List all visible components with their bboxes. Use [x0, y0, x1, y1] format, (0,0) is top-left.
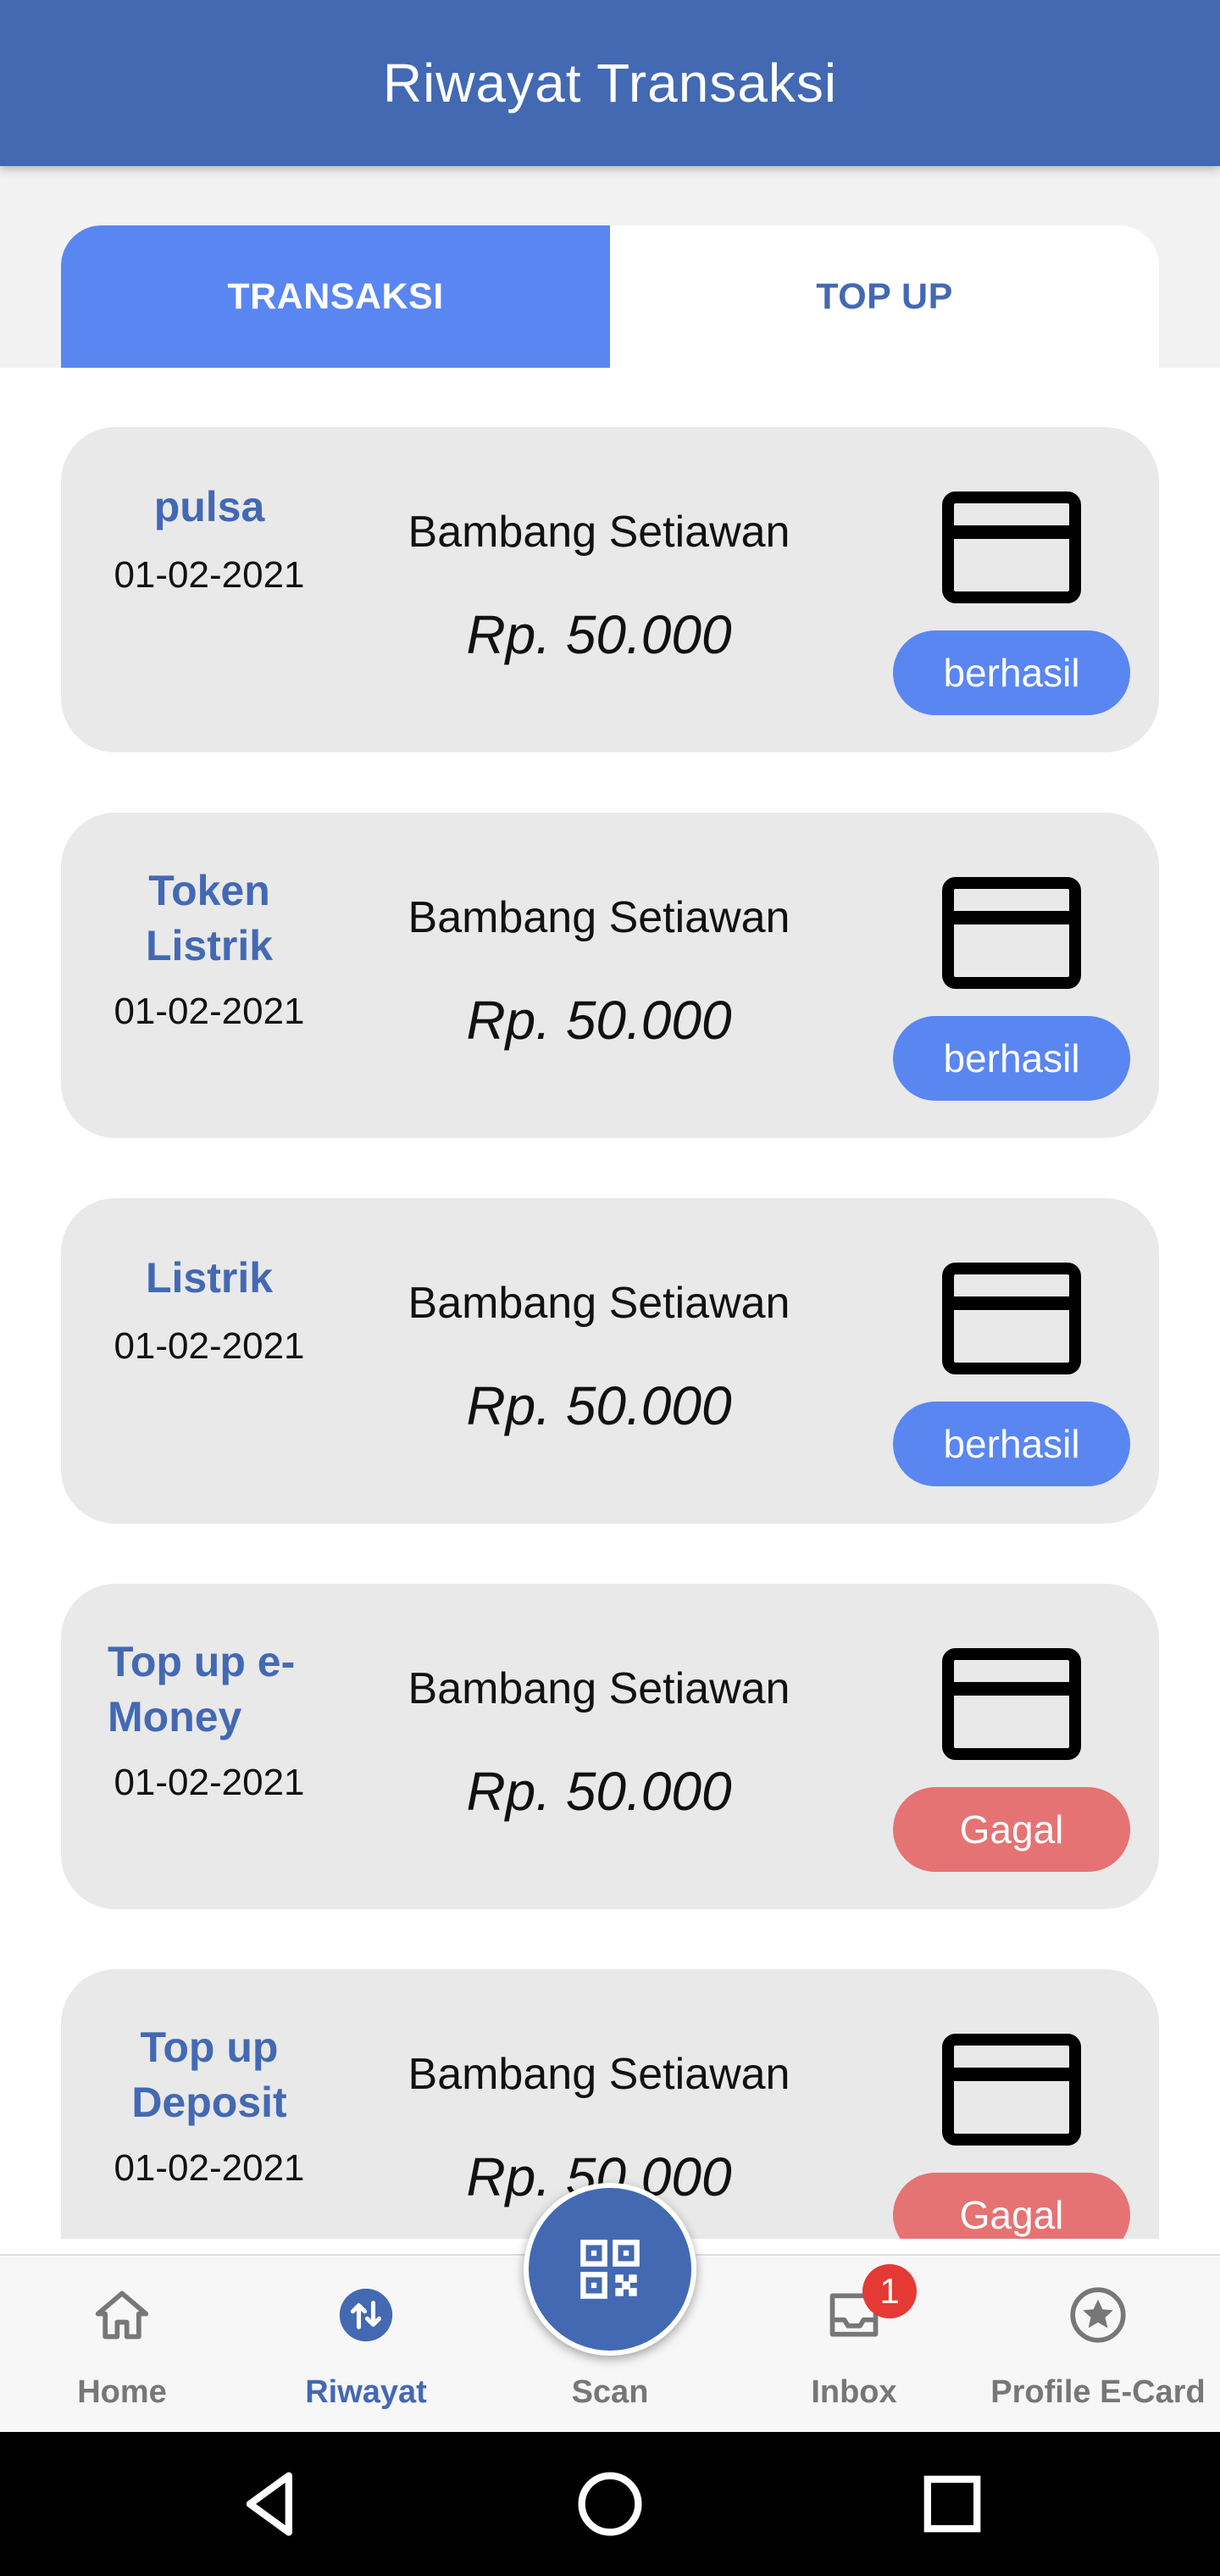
inbox-badge: 1 [862, 2264, 917, 2318]
transaction-list[interactable]: pulsa 01-02-2021 Bambang Setiawan Rp. 50… [0, 368, 1220, 2239]
transaction-date: 01-02-2021 [114, 991, 305, 1032]
status-badge[interactable]: Gagal [893, 1787, 1130, 1872]
qr-code-icon [580, 2240, 640, 2299]
tab-transaksi[interactable]: TRANSAKSI [61, 225, 610, 368]
home-icon [95, 2290, 149, 2340]
transaction-category: Top up Deposit [131, 2024, 287, 2126]
tab-top-up[interactable]: TOP UP [610, 225, 1159, 368]
nav-inbox[interactable]: Inbox [732, 2256, 976, 2434]
nav-inbox-label: Inbox [811, 2374, 897, 2410]
scan-button[interactable] [524, 2183, 696, 2356]
credit-card-icon [942, 877, 1081, 989]
transaction-date: 01-02-2021 [114, 2147, 305, 2189]
transaction-name: Bambang Setiawan [408, 508, 790, 557]
nav-home-label: Home [77, 2374, 167, 2410]
transaction-card[interactable]: pulsa 01-02-2021 Bambang Setiawan Rp. 50… [61, 427, 1159, 752]
transaction-amount: Rp. 50.000 [466, 1761, 732, 1822]
system-navigation-bar [0, 2432, 1220, 2576]
transaction-category: Token Listrik [145, 867, 274, 969]
nav-home[interactable]: Home [0, 2256, 244, 2434]
card-left: pulsa 01-02-2021 [61, 427, 358, 752]
transaction-date: 01-02-2021 [114, 554, 305, 596]
nav-profile-ecard[interactable]: Profile E-Card [976, 2256, 1220, 2434]
card-left: Listrik 01-02-2021 [61, 1198, 358, 1524]
transaction-date: 01-02-2021 [114, 1325, 305, 1367]
credit-card-icon [942, 2034, 1081, 2146]
transaction-amount: Rp. 50.000 [466, 604, 732, 665]
status-badge[interactable]: berhasil [893, 630, 1130, 715]
star-icon [1070, 2287, 1126, 2343]
nav-riwayat[interactable]: Riwayat [244, 2256, 488, 2434]
credit-card-icon [942, 1648, 1081, 1760]
status-badge[interactable]: Gagal [893, 2173, 1130, 2239]
recents-icon[interactable] [910, 2462, 995, 2546]
transaction-date: 01-02-2021 [114, 1762, 305, 1803]
status-badge[interactable]: berhasil [893, 1402, 1130, 1486]
back-icon[interactable] [229, 2462, 313, 2546]
transaction-name: Bambang Setiawan [408, 1664, 790, 1713]
transaction-card[interactable]: Listrik 01-02-2021 Bambang Setiawan Rp. … [61, 1198, 1159, 1524]
transaction-name: Bambang Setiawan [408, 893, 790, 942]
app-header: Riwayat Transaksi [0, 0, 1220, 166]
card-left: Token Listrik 01-02-2021 [61, 813, 358, 1138]
nav-riwayat-label: Riwayat [305, 2374, 427, 2410]
tab-area: TRANSAKSI TOP UP [0, 166, 1220, 368]
transaction-category: Top up e-Money [108, 1638, 296, 1740]
transaction-amount: Rp. 50.000 [466, 990, 732, 1051]
transaction-card[interactable]: Token Listrik 01-02-2021 Bambang Setiawa… [61, 813, 1159, 1138]
page-title: Riwayat Transaksi [382, 53, 838, 114]
nav-profile-label: Profile E-Card [990, 2374, 1206, 2410]
tab-bar: TRANSAKSI TOP UP [61, 225, 1159, 368]
nav-scan-label: Scan [571, 2374, 649, 2410]
transaction-category: pulsa [153, 483, 265, 530]
credit-card-icon [942, 491, 1081, 603]
swap-vertical-icon [339, 2288, 393, 2342]
transaction-name: Bambang Setiawan [408, 2050, 790, 2099]
card-left: Top up e-Money 01-02-2021 [61, 1584, 358, 1909]
transaction-amount: Rp. 50.000 [466, 1375, 732, 1436]
transaction-category: Listrik [145, 1254, 274, 1302]
status-badge[interactable]: berhasil [893, 1016, 1130, 1101]
transaction-card[interactable]: Top up e-Money 01-02-2021 Bambang Setiaw… [61, 1584, 1159, 1909]
transaction-name: Bambang Setiawan [408, 1279, 790, 1328]
card-left: Top up Deposit 01-02-2021 [61, 1969, 358, 2239]
credit-card-icon [942, 1263, 1081, 1374]
home-circle-icon[interactable] [568, 2462, 652, 2546]
